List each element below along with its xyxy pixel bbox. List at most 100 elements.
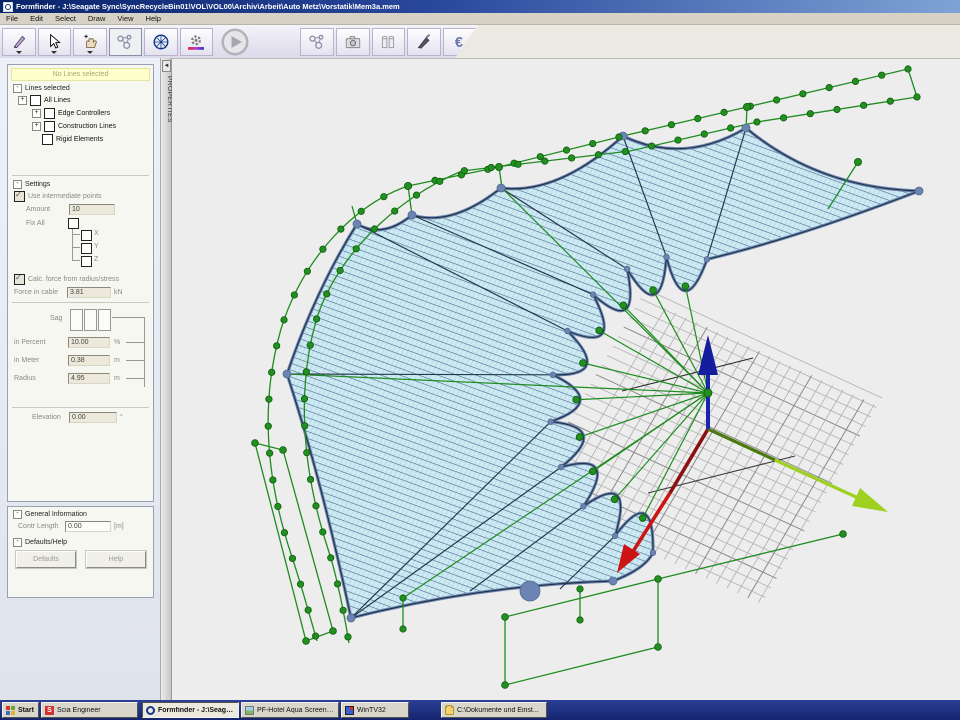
play-button[interactable] — [215, 26, 254, 57]
collapse-minus-icon[interactable]: - — [13, 84, 22, 93]
section-settings[interactable]: - Settings — [13, 180, 149, 189]
dropdown-caret-icon[interactable] — [16, 51, 22, 54]
fix-all-block: Fix All X Y Z — [26, 217, 153, 269]
expand-plus-icon[interactable]: + — [32, 122, 41, 131]
tree-item-construction-lines[interactable]: + Construction Lines — [32, 121, 153, 132]
dropdown-caret-icon[interactable] — [87, 51, 93, 54]
section-defaults-help[interactable]: - Defaults/Help — [13, 538, 149, 547]
task-wintv32[interactable]: WinTV32 — [341, 702, 409, 718]
all-lines-checkbox[interactable] — [30, 95, 41, 106]
properties-box: No Lines selected - Lines selected + All… — [7, 64, 154, 502]
material-rolls-button[interactable] — [372, 28, 406, 56]
topology-nodes-icon — [308, 33, 326, 51]
collapse-minus-icon[interactable]: - — [13, 510, 22, 519]
vitruvian-man-button[interactable] — [144, 28, 178, 56]
expand-plus-icon[interactable]: + — [32, 109, 41, 118]
task-label: C:\Dokumente und Einst... — [457, 707, 539, 714]
task-scia-engineer[interactable]: SScia Engineer — [41, 702, 138, 718]
sag-percent-input[interactable]: 10.00 — [68, 337, 110, 348]
selection-status-banner: No Lines selected — [11, 68, 150, 81]
contr-length-row: Contr Length 0.00 [m] — [18, 521, 153, 532]
camera-button[interactable] — [336, 28, 370, 56]
tree-item-edge-controllers[interactable]: + Edge Controllers — [32, 108, 153, 119]
menu-select[interactable]: Select — [49, 14, 82, 23]
draw-pencil-button[interactable] — [2, 28, 36, 56]
model-viewport[interactable] — [172, 58, 960, 700]
amount-input[interactable]: 10 — [69, 204, 115, 215]
dropdown-caret-icon[interactable] — [51, 51, 57, 54]
title-bar[interactable]: Formfinder - J:\Seagate Sync\SyncRecycle… — [0, 0, 960, 13]
play-icon — [221, 28, 249, 56]
menu-help[interactable]: Help — [140, 14, 167, 23]
menu-bar: File Edit Select Draw View Help — [0, 13, 960, 25]
euro-icon: € — [450, 33, 468, 51]
membrane-surface[interactable] — [287, 128, 919, 618]
sag-mode-button-2[interactable] — [84, 309, 97, 331]
settings-gear-icon — [187, 33, 205, 51]
edge-controllers-checkbox[interactable] — [44, 108, 55, 119]
pan-hand-icon — [81, 33, 99, 51]
menu-draw[interactable]: Draw — [82, 14, 112, 23]
force-in-cable-input[interactable]: 3.81 — [67, 287, 111, 298]
start-button[interactable]: Start — [2, 702, 39, 718]
help-button[interactable]: Help — [86, 551, 146, 568]
draw-pencil-icon — [10, 33, 28, 51]
calc-force-row[interactable]: Calc. force from radius/stress — [14, 274, 153, 285]
general-info-box: - General Information Contr Length 0.00 … — [7, 506, 154, 598]
sag-mode-button-3[interactable] — [98, 309, 111, 331]
menu-view[interactable]: View — [111, 14, 139, 23]
use-intermediate-points[interactable]: Use intermediate points — [14, 191, 153, 202]
task-dokumente-folder-icon — [445, 706, 454, 715]
task-label: PF-Hotel Aqua Screensh... — [257, 707, 335, 714]
calc-force-checkbox[interactable] — [14, 274, 25, 285]
task-pf-hotel-screenshot[interactable]: PF-Hotel Aqua Screensh... — [241, 702, 339, 718]
formfind-nodes-icon — [116, 33, 134, 51]
windows-taskbar: Start SScia Engineer Formfinder - J:\Seag… — [0, 700, 960, 720]
fix-z-checkbox[interactable] — [81, 256, 92, 267]
expand-plus-icon[interactable]: + — [18, 96, 27, 105]
section-lines-selected[interactable]: - Lines selected — [13, 84, 149, 93]
sag-meter-input[interactable]: 0.38 — [68, 355, 110, 366]
properties-panel: No Lines selected - Lines selected + All… — [0, 58, 160, 700]
canvas-3d-view[interactable] — [172, 59, 960, 701]
euro-button[interactable]: € — [443, 28, 477, 56]
pan-hand-button[interactable] — [73, 28, 107, 56]
tree-item-rigid-elements[interactable]: Rigid Elements — [42, 134, 153, 145]
elevation-input[interactable]: 0.00 — [69, 412, 117, 423]
sag-radius-input[interactable]: 4.95 — [68, 373, 110, 384]
use-intermediate-checkbox[interactable] — [14, 191, 25, 202]
task-label: Formfinder - J:\Seaga... — [158, 707, 235, 714]
task-pf-hotel-screenshot-icon — [245, 706, 254, 715]
fix-x-checkbox[interactable] — [81, 230, 92, 241]
defaults-button[interactable]: Defaults — [16, 551, 76, 568]
fix-y-checkbox[interactable] — [81, 243, 92, 254]
construction-lines-checkbox[interactable] — [44, 121, 55, 132]
collapse-panel-arrow-icon[interactable]: ◄ — [162, 60, 171, 72]
section-general-information[interactable]: - General Information — [13, 510, 149, 519]
formfind-nodes-button[interactable] — [109, 28, 143, 56]
task-label: Scia Engineer — [57, 707, 101, 714]
topology-nodes-button[interactable] — [300, 28, 334, 56]
sketch-pen-icon — [415, 33, 433, 51]
menu-edit[interactable]: Edit — [24, 14, 49, 23]
rigid-elements-checkbox[interactable] — [42, 134, 53, 145]
sketch-pen-button[interactable] — [407, 28, 441, 56]
sag-mode-button-1[interactable] — [70, 309, 83, 331]
tree-item-all-lines[interactable]: + All Lines — [18, 95, 153, 106]
select-cursor-button[interactable] — [38, 28, 72, 56]
task-dokumente-folder[interactable]: C:\Dokumente und Einst... — [441, 702, 547, 718]
toolbar-band: € — [0, 25, 478, 58]
fix-all-checkbox[interactable] — [68, 218, 79, 229]
settings-gear-button[interactable] — [180, 28, 214, 56]
task-formfinder-icon — [146, 706, 155, 715]
properties-tab-strip[interactable]: ◄ PROPERTIES — [160, 58, 172, 700]
collapse-minus-icon[interactable]: - — [13, 180, 22, 189]
elevation-row: Elevation 0.00 ° — [32, 412, 153, 423]
select-cursor-icon — [45, 33, 63, 51]
svg-text:€: € — [455, 35, 463, 51]
menu-file[interactable]: File — [0, 14, 24, 23]
contr-length-input[interactable]: 0.00 — [65, 521, 111, 532]
collapse-minus-icon[interactable]: - — [13, 538, 22, 547]
vitruvian-man-icon — [152, 33, 170, 51]
task-formfinder[interactable]: Formfinder - J:\Seaga... — [142, 702, 239, 718]
